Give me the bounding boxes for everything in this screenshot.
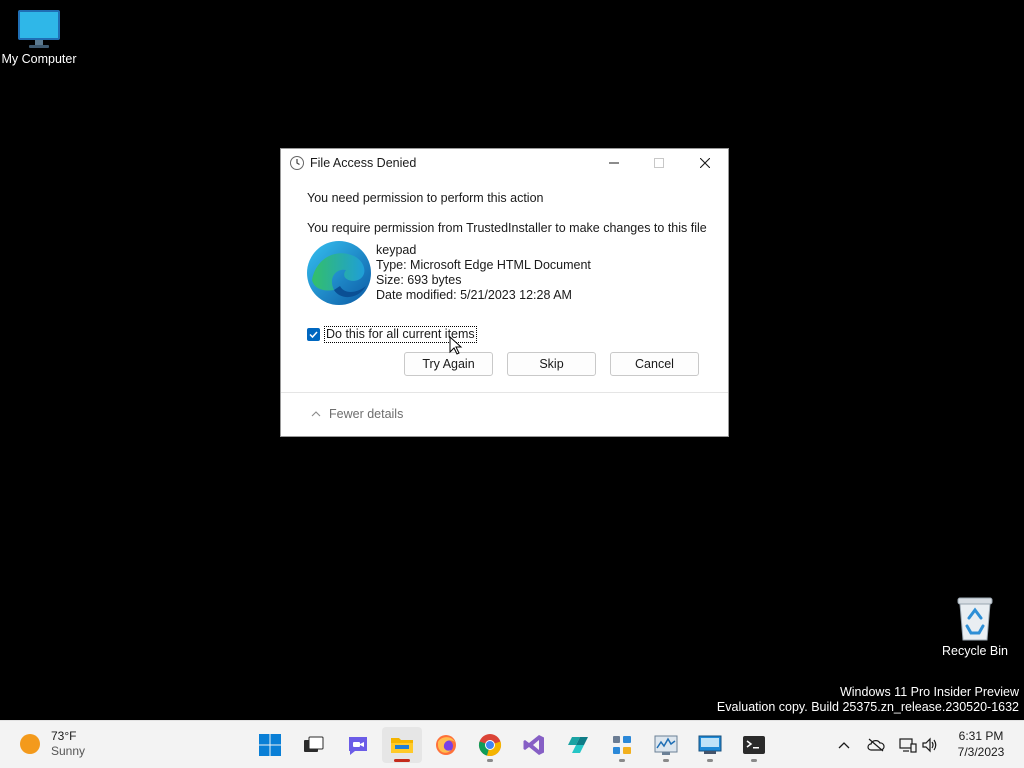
task-view-button[interactable] [294, 727, 334, 763]
visual-studio-button[interactable] [514, 727, 554, 763]
desktop-icon-my-computer[interactable]: My Computer [0, 8, 78, 66]
dialog-detail: You require permission from TrustedInsta… [307, 221, 707, 235]
mouse-cursor-icon [449, 336, 463, 355]
network-tool-button[interactable] [602, 727, 642, 763]
weather-temperature: 73°F [51, 729, 77, 743]
file-size: Size: 693 bytes [376, 273, 462, 287]
firefox-icon [436, 735, 456, 755]
windows-watermark: Windows 11 Pro Insider Preview Evaluatio… [717, 685, 1019, 715]
running-indicator [663, 759, 669, 762]
checkmark-icon [309, 331, 318, 339]
chevron-up-icon [311, 411, 321, 417]
speaker-icon [922, 737, 937, 753]
weather-condition: Sunny [51, 744, 86, 758]
running-indicator [707, 759, 713, 762]
desktop-icon-label: My Computer [1, 52, 77, 66]
taskbar: 73°F Sunny 6:31 PM 7/3/2023 [0, 720, 1024, 768]
app-button[interactable] [558, 727, 598, 763]
recycle-bin-icon [957, 597, 993, 641]
close-button[interactable] [682, 149, 728, 177]
file-name: keypad [376, 243, 417, 257]
cancel-button[interactable]: Cancel [610, 352, 699, 376]
network-icon [899, 738, 917, 753]
dialog-titlebar[interactable]: File Access Denied [281, 149, 728, 177]
dialog-title: File Access Denied [310, 156, 417, 170]
apply-all-checkbox[interactable] [307, 328, 320, 341]
minimize-icon [609, 162, 619, 164]
active-indicator [394, 759, 410, 762]
resource-monitor-icon [654, 735, 678, 755]
skip-button[interactable]: Skip [507, 352, 596, 376]
clock-time: 6:31 PM [958, 729, 1004, 743]
watermark-edition: Windows 11 Pro Insider Preview [839, 685, 1019, 699]
watermark-build: Evaluation copy. Build 25375.zn_release.… [716, 700, 1019, 714]
file-explorer-icon [391, 738, 413, 753]
firefox-button[interactable] [426, 727, 466, 763]
sun-icon [20, 734, 40, 754]
chevron-up-icon [838, 742, 850, 749]
desktop-icon-label: Recycle Bin [942, 644, 1008, 658]
remote-desktop-button[interactable] [690, 727, 730, 763]
system-clock[interactable]: 6:31 PM 7/3/2023 [950, 728, 1012, 760]
edge-file-icon [307, 241, 371, 305]
maximize-button[interactable] [636, 149, 682, 177]
fewer-details-label: Fewer details [329, 407, 404, 421]
chrome-button[interactable] [470, 727, 510, 763]
running-indicator [619, 759, 625, 762]
fewer-details-toggle[interactable]: Fewer details [311, 407, 403, 421]
cloud-offline-icon [867, 738, 885, 752]
network-status-button[interactable] [898, 735, 918, 755]
maximize-icon [654, 158, 664, 168]
chat-button[interactable] [338, 727, 378, 763]
file-explorer-button[interactable] [382, 727, 422, 763]
desktop-icon-recycle-bin[interactable]: Recycle Bin [938, 596, 1012, 658]
visual-studio-icon [523, 735, 544, 755]
file-info: keypad Type: Microsoft Edge HTML Documen… [376, 243, 591, 303]
show-hidden-icons-button[interactable] [834, 735, 854, 755]
file-date-modified: Date modified: 5/21/2023 12:28 AM [376, 288, 572, 302]
chat-icon [349, 737, 367, 755]
running-indicator [751, 759, 757, 762]
minimize-button[interactable] [591, 149, 637, 177]
start-button[interactable] [250, 727, 290, 763]
task-view-icon [304, 736, 324, 752]
terminal-icon [743, 736, 765, 754]
volume-button[interactable] [920, 735, 940, 755]
dialog-message: You need permission to perform this acti… [307, 191, 544, 205]
clock-icon [290, 156, 304, 170]
monitor-icon [18, 10, 60, 48]
app-icon [568, 737, 588, 753]
weather-widget[interactable]: 73°F Sunny [20, 729, 85, 759]
file-access-denied-dialog: File Access Denied You need permission t… [281, 149, 728, 436]
onedrive-offline-button[interactable] [866, 735, 886, 755]
network-tool-icon [613, 736, 631, 754]
start-icon [259, 734, 281, 756]
file-type: Type: Microsoft Edge HTML Document [376, 258, 591, 272]
divider [281, 392, 728, 393]
chrome-icon [478, 734, 502, 757]
close-icon [700, 158, 710, 168]
running-indicator [487, 759, 493, 762]
clock-date: 7/3/2023 [957, 745, 1005, 759]
resource-monitor-button[interactable] [646, 727, 686, 763]
remote-desktop-icon [698, 735, 722, 754]
terminal-button[interactable] [734, 727, 774, 763]
